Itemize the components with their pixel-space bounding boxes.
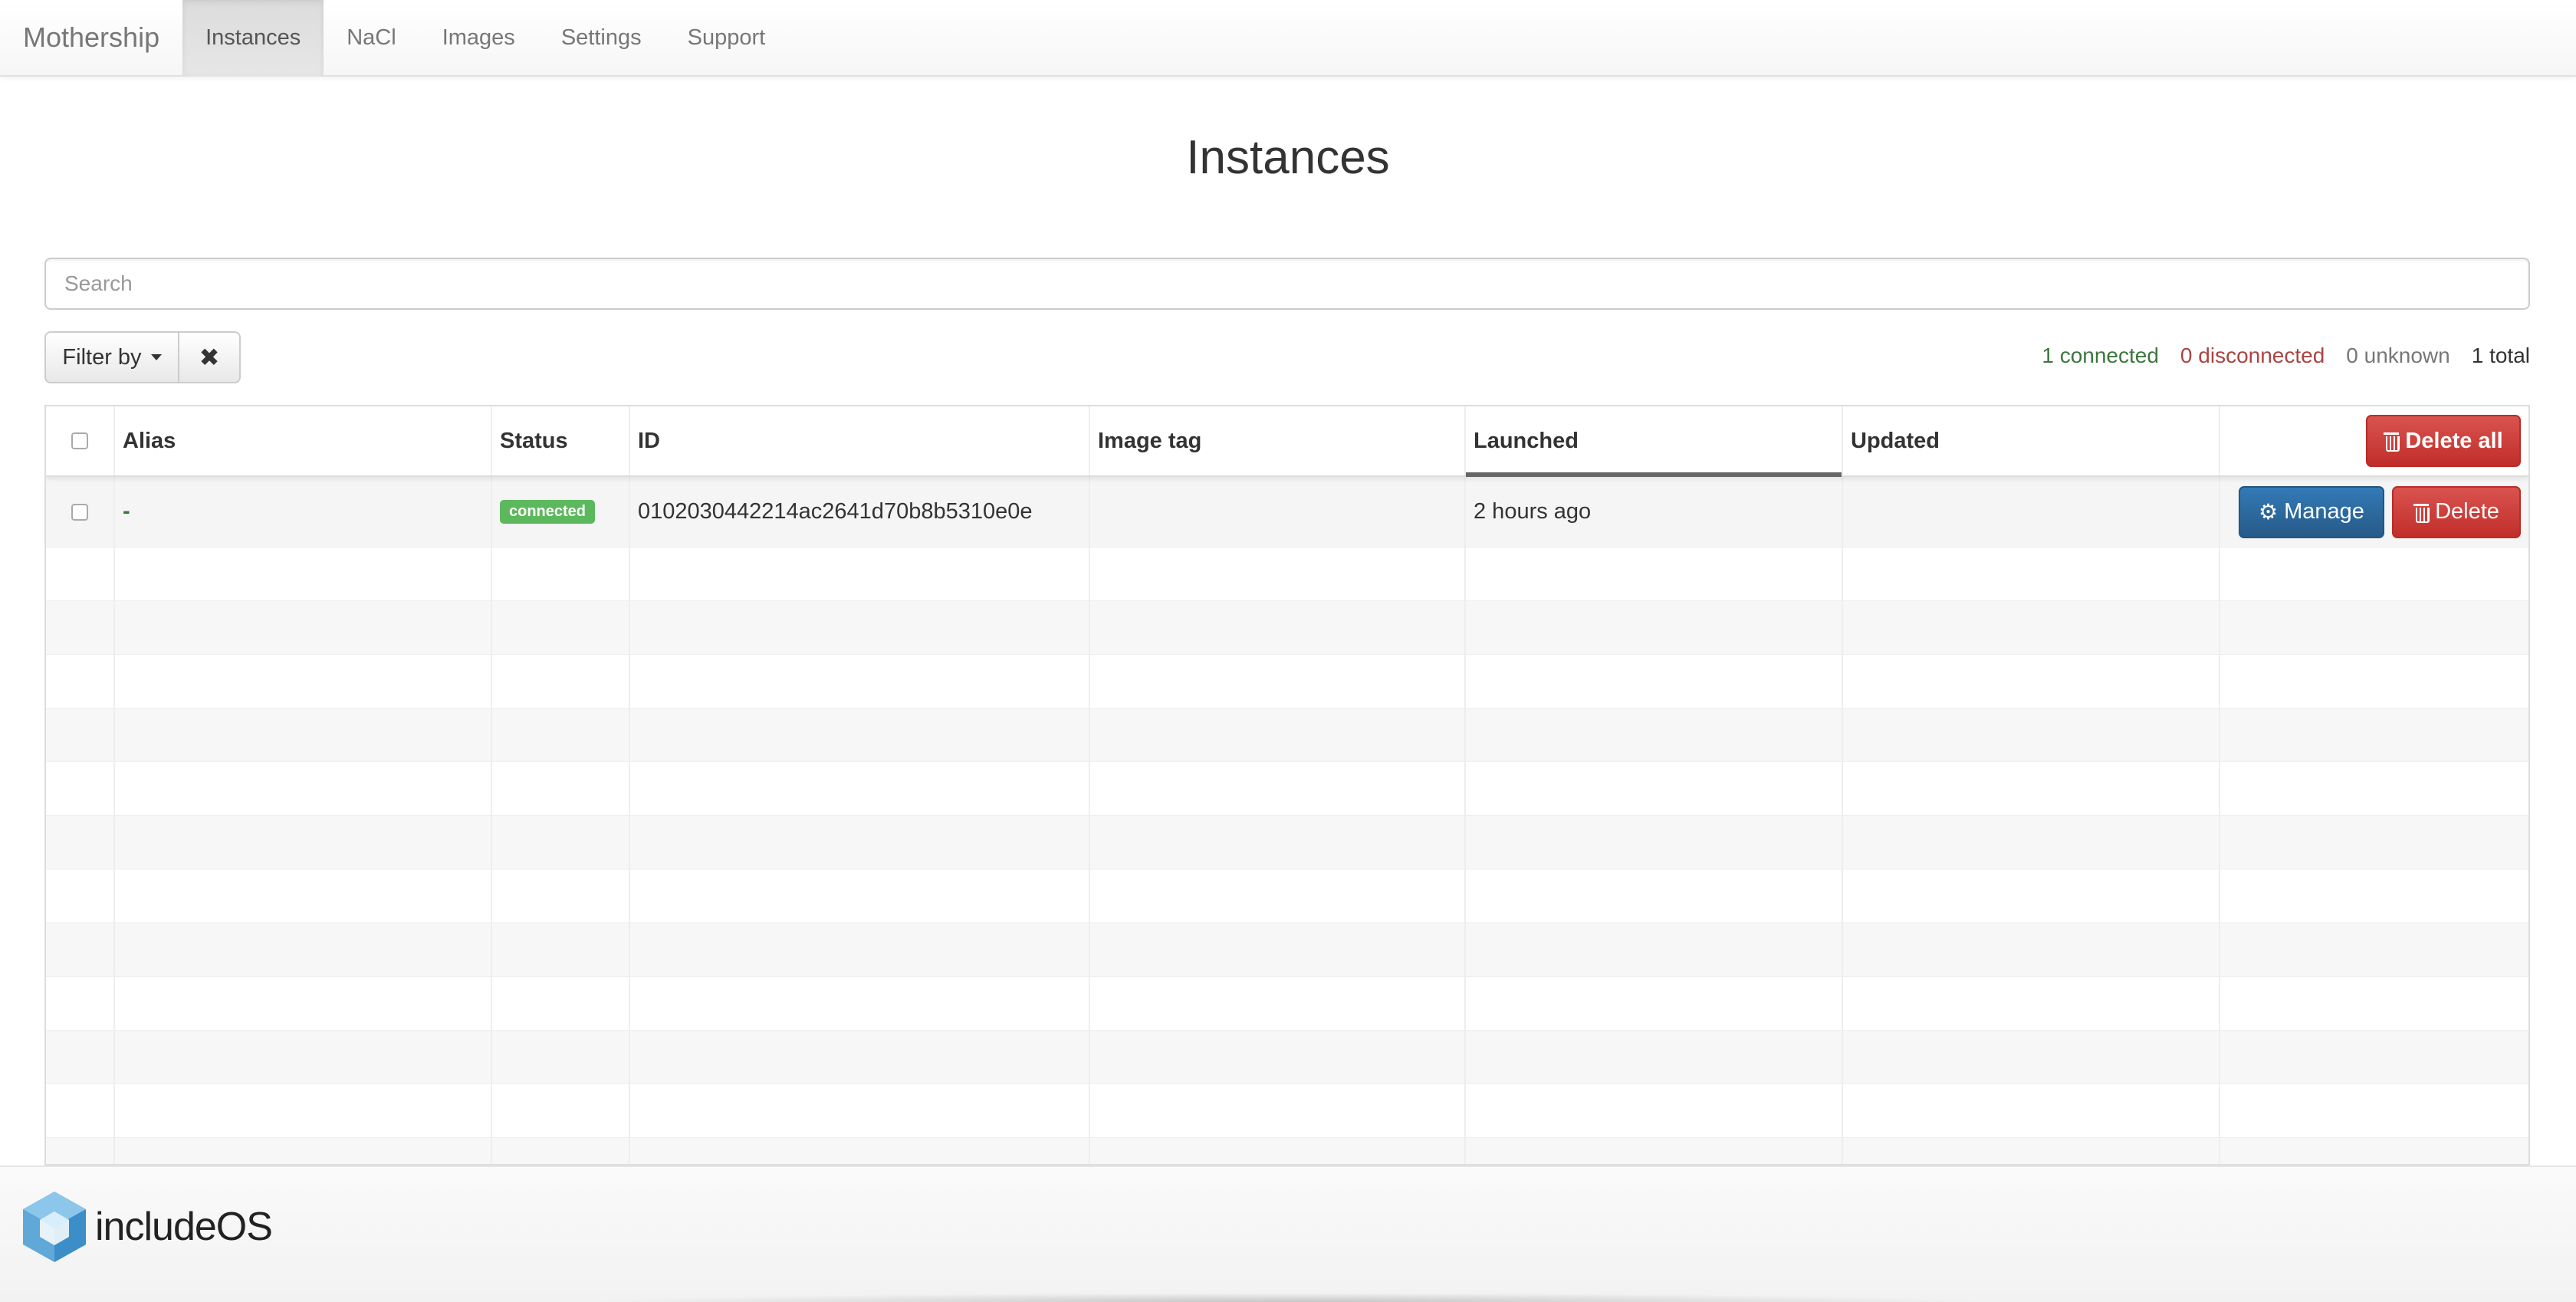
close-icon: ✖ [199,344,220,371]
column-header-status[interactable]: Status [492,406,630,475]
caret-down-icon [150,354,162,360]
trash-icon [2384,431,2400,452]
empty-row [46,1084,2528,1138]
header-checkbox-cell [46,406,115,475]
filter-by-dropdown[interactable]: Filter by [44,331,179,383]
row-actions-cell: ⚙ Manage Delete [2220,477,2528,547]
status-badge: connected [500,500,596,524]
includeos-wordmark: includeOS [95,1205,273,1249]
nav-item-instances[interactable]: Instances [182,0,324,75]
empty-row [46,923,2528,977]
select-all-checkbox[interactable] [71,432,88,449]
image-tag-cell [1090,477,1466,547]
column-header-launched[interactable]: Launched [1466,406,1843,477]
empty-row [46,762,2528,816]
launched-cell: 2 hours ago [1466,477,1843,547]
gear-icon: ⚙ [2259,499,2279,524]
stat-unknown: 0 unknown [2346,344,2450,367]
table-body: - connected 0102030442214ac2641d70b8b531… [46,477,2528,1164]
empty-row [46,1031,2528,1084]
empty-row [46,655,2528,709]
status-cell: connected [492,477,630,547]
column-header-alias[interactable]: Alias [115,406,492,475]
empty-row [46,547,2528,601]
trash-icon [2413,502,2430,523]
filter-button-group: Filter by ✖ [44,331,241,383]
clear-filter-button[interactable]: ✖ [179,331,241,383]
id-cell: 0102030442214ac2641d70b8b5310e0e [630,477,1090,547]
empty-row [46,601,2528,655]
manage-label: Manage [2284,499,2364,524]
nav-item-support[interactable]: Support [665,0,789,75]
search-input[interactable] [44,258,2530,310]
table-row: - connected 0102030442214ac2641d70b8b531… [46,477,2528,547]
top-navbar: Mothership Instances NaCl Images Setting… [0,0,2576,77]
empty-row [46,870,2528,923]
column-header-id[interactable]: ID [630,406,1090,475]
stat-total: 1 total [2471,344,2530,367]
nav-item-settings[interactable]: Settings [538,0,665,75]
table-header: Alias Status ID Image tag Launched Updat… [46,406,2528,477]
delete-all-label: Delete all [2405,428,2503,453]
instance-stats: 1 connected 0 disconnected 0 unknown 1 t… [2042,344,2530,368]
alias-cell: - [115,477,492,547]
footer-shadow [583,1293,1993,1302]
manage-button[interactable]: ⚙ Manage [2239,485,2384,538]
column-header-updated[interactable]: Updated [1843,406,2220,475]
instances-table: Alias Status ID Image tag Launched Updat… [44,405,2530,1166]
row-checkbox[interactable] [71,503,88,521]
empty-row [46,816,2528,870]
footer: includeOS [0,1166,2576,1302]
empty-row [46,709,2528,762]
delete-label: Delete [2435,499,2499,524]
delete-all-button[interactable]: Delete all [2366,415,2521,467]
empty-row [46,977,2528,1031]
column-header-image-tag[interactable]: Image tag [1090,406,1466,475]
delete-button[interactable]: Delete [2392,485,2521,538]
nav-item-nacl[interactable]: NaCl [324,0,419,75]
page-title: Instances [1186,131,1390,184]
brand-link[interactable]: Mothership [0,0,182,75]
includeos-cube-icon [23,1192,86,1262]
alias-value[interactable]: - [123,499,130,524]
stat-disconnected: 0 disconnected [2180,344,2325,367]
filter-by-label: Filter by [62,344,142,370]
header-actions-cell: Delete all [2220,406,2528,475]
updated-cell [1843,477,2220,547]
empty-row [46,1138,2528,1164]
row-checkbox-cell [46,477,115,547]
includeos-logo[interactable]: includeOS [20,1189,273,1265]
nav-item-images[interactable]: Images [419,0,538,75]
stat-connected: 1 connected [2042,344,2159,367]
